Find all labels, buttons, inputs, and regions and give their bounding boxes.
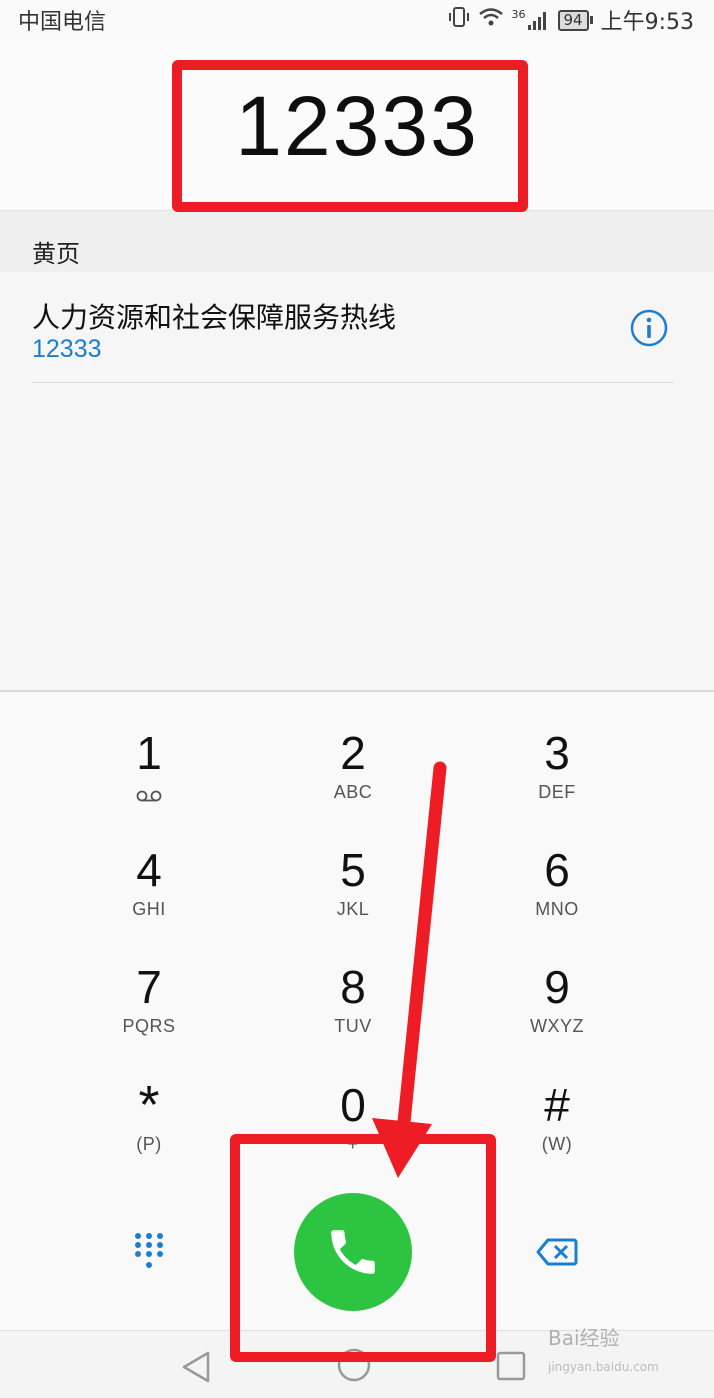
- watermark-url: jingyan.baidu.com: [548, 1360, 659, 1374]
- watermark: Bai经验: [548, 1326, 620, 1350]
- annotation-arrow: [372, 761, 447, 1178]
